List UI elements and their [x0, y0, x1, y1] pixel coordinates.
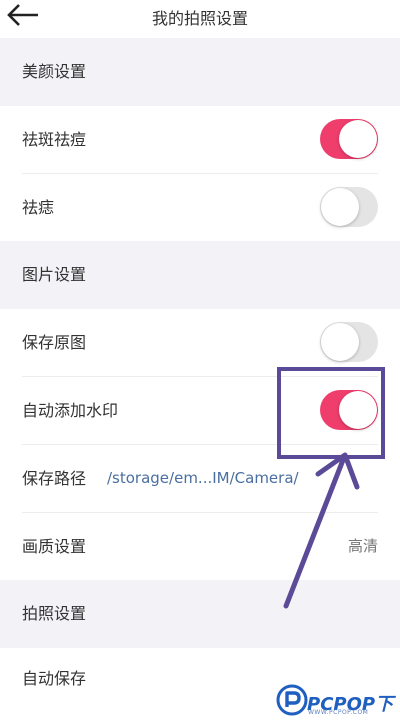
annotation-arrow-icon — [283, 452, 360, 609]
pcpop-logo-icon — [276, 684, 308, 716]
site-watermark: PCPOP下载 WWW.PCPOP.COM — [276, 684, 400, 720]
watermark-subtext: WWW.PCPOP.COM — [308, 709, 369, 716]
